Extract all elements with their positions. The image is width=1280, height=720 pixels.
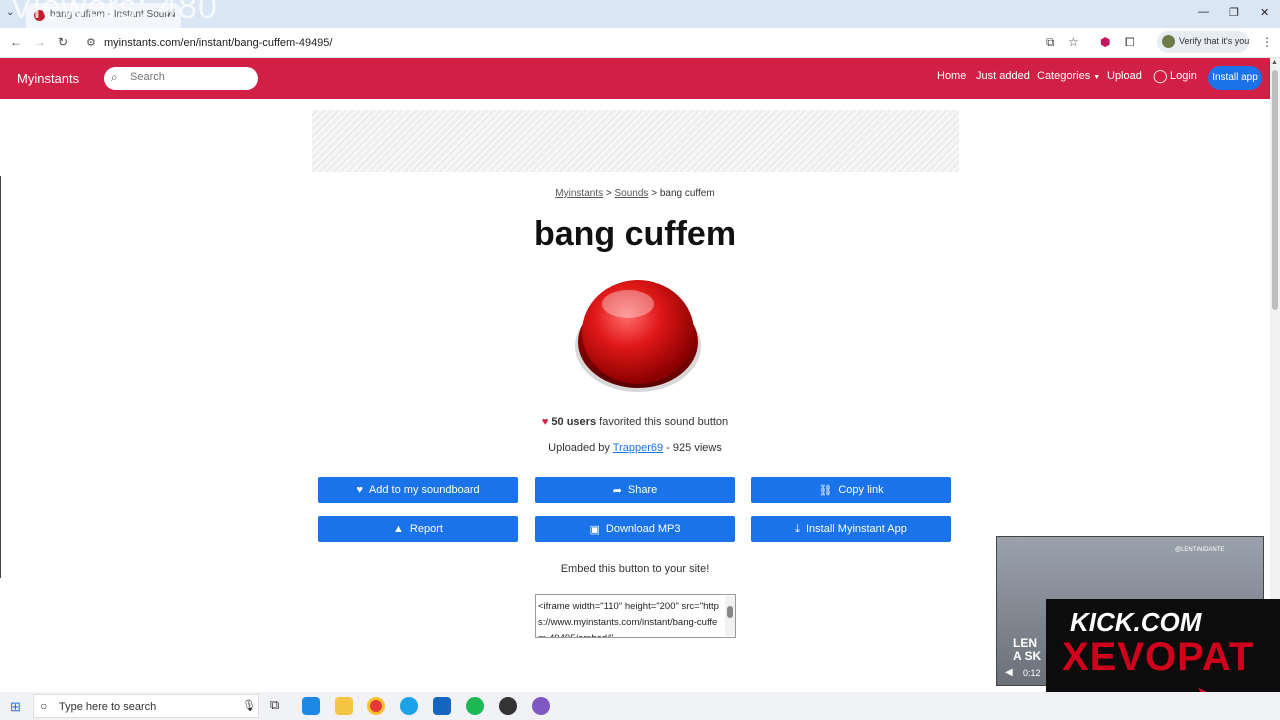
sound-play-button[interactable]: [573, 274, 703, 394]
site-navbar: Myinstants ⌕ Home Just added Categories …: [0, 58, 1270, 99]
favorites-line: ♥ 50 users favorited this sound button: [0, 416, 1270, 428]
taskbar-search-box[interactable]: ○ Type here to search 🎙: [33, 694, 259, 718]
streamer-name-text: XEVOPAT: [1062, 635, 1255, 679]
kick-url-text: KICK.COM: [1070, 607, 1202, 637]
breadcrumb: Myinstants > Sounds > bang cuffem: [0, 188, 1270, 199]
brand-logo[interactable]: Myinstants: [17, 71, 79, 86]
forward-icon[interactable]: →: [34, 35, 46, 49]
save-icon: ▣: [589, 523, 600, 536]
add-to-soundboard-button[interactable]: ♥ Add to my soundboard: [318, 477, 518, 503]
add-to-soundboard-label: Add to my soundboard: [368, 484, 480, 496]
nav-categories[interactable]: Categories ▼: [1037, 70, 1100, 82]
viewers-watermark: Viewers: 480: [10, 0, 218, 26]
scroll-up-icon[interactable]: ▲: [1271, 59, 1278, 66]
video-handle: @LENTINIDANTE: [1175, 547, 1225, 553]
install-app-button[interactable]: Install app: [1208, 66, 1262, 90]
microphone-icon[interactable]: 🎙: [242, 699, 256, 712]
store-icon[interactable]: [302, 697, 320, 715]
breadcrumb-separator: >: [651, 188, 658, 199]
breadcrumb-current: bang cuffem: [659, 188, 715, 199]
heart-icon: ♥: [541, 416, 549, 428]
share-icon: ➦: [612, 484, 622, 497]
search-box[interactable]: ⌕: [104, 67, 258, 90]
url-field[interactable]: ⚙ myinstants.com/en/instant/bang-cuffem-…: [80, 32, 1090, 54]
address-bar: ← → ↻ ⚙ myinstants.com/en/instant/bang-c…: [0, 28, 1280, 58]
mail-icon[interactable]: [433, 697, 451, 715]
obs-icon[interactable]: [499, 697, 517, 715]
embed-scroll-thumb[interactable]: [727, 606, 733, 618]
video-caption: LEN A SK: [1013, 636, 1042, 663]
search-icon: ○: [40, 699, 48, 713]
copy-link-button[interactable]: ⛓ Copy link: [751, 477, 951, 503]
nav-upload[interactable]: Upload: [1107, 70, 1142, 82]
embed-code[interactable]: <iframe width="110" height="200" src="ht…: [538, 599, 724, 637]
windows-start-icon[interactable]: ⊞: [10, 699, 21, 715]
ad-placeholder: [312, 110, 959, 172]
uploaded-line: Uploaded by Trapper69 - 925 views: [0, 442, 1270, 454]
uploaded-prefix: Uploaded by: [548, 442, 610, 454]
link-icon: ⛓: [818, 484, 833, 497]
extension-shield-icon[interactable]: ⬢: [1100, 35, 1110, 49]
verify-label: Verify that it's you: [1179, 36, 1250, 46]
search-input[interactable]: [130, 71, 250, 83]
breadcrumb-sounds[interactable]: Sounds: [615, 188, 649, 199]
download-mp3-label: Download MP3: [605, 523, 681, 535]
profile-avatar: [1162, 35, 1175, 48]
page-title: bang cuffem: [533, 215, 737, 253]
views-count: - 925 views: [666, 442, 722, 454]
file-explorer-icon[interactable]: [335, 697, 353, 715]
taskbar-search-placeholder: Type here to search: [59, 701, 157, 713]
report-label: Report: [409, 523, 443, 535]
scroll-thumb[interactable]: [1272, 70, 1278, 310]
nav-home[interactable]: Home: [937, 70, 966, 82]
nav-just-added[interactable]: Just added: [976, 70, 1030, 82]
back-icon[interactable]: ←: [10, 35, 22, 49]
heart-icon: ♥: [356, 484, 363, 496]
embed-code-textarea[interactable]: <iframe width="110" height="200" src="ht…: [535, 594, 736, 638]
download-mp3-button[interactable]: ▣ Download MP3: [535, 516, 735, 542]
warning-icon: ▲: [393, 523, 404, 535]
extensions-puzzle-icon[interactable]: ⧠: [1125, 35, 1135, 50]
page-scrollbar[interactable]: ▲: [1270, 58, 1280, 692]
windows-taskbar: ⊞ ○ Type here to search 🎙 ⧉: [0, 692, 1280, 720]
breadcrumb-home[interactable]: Myinstants: [555, 188, 603, 199]
download-icon: ⤓: [795, 522, 800, 535]
favorites-count: 50 users: [551, 416, 597, 428]
bookmark-star-icon[interactable]: ☆: [1068, 35, 1079, 49]
caret-down-icon: ▼: [1093, 74, 1101, 81]
edge-icon[interactable]: [400, 697, 418, 715]
embed-scrollbar[interactable]: [725, 596, 735, 636]
task-view-icon[interactable]: ⧉: [270, 697, 279, 713]
discord-icon[interactable]: [532, 697, 550, 715]
browser-menu-icon[interactable]: ⋮: [1261, 35, 1273, 49]
minimize-icon[interactable]: —: [1198, 6, 1209, 18]
share-button[interactable]: ➦ Share: [535, 477, 735, 503]
chrome-icon[interactable]: [367, 697, 385, 715]
search-icon: ⌕: [111, 70, 118, 84]
install-myinstant-app-label: Install Myinstant App: [805, 523, 907, 535]
close-window-icon[interactable]: ✕: [1260, 6, 1269, 19]
share-label: Share: [627, 484, 658, 496]
video-time: 0:12: [1023, 668, 1041, 678]
install-page-icon[interactable]: ⧉: [1046, 35, 1055, 50]
restore-icon[interactable]: ❐: [1229, 6, 1239, 19]
user-circle-icon: ◯: [1153, 68, 1168, 83]
browser-tab-bar: ⌄ bang cuffem - Instant Sound ✕ Viewers:…: [0, 0, 1280, 28]
reload-icon[interactable]: ↻: [58, 35, 68, 49]
favorites-text: favorited this sound button: [599, 416, 729, 428]
report-button[interactable]: ▲ Report: [318, 516, 518, 542]
mute-icon[interactable]: ◀: [1005, 667, 1013, 678]
uploader-link[interactable]: Trapper69: [613, 442, 663, 454]
install-myinstant-app-button[interactable]: ⤓ Install Myinstant App: [751, 516, 951, 542]
nav-categories-label: Categories: [1037, 70, 1091, 82]
copy-link-label: Copy link: [838, 484, 884, 496]
verify-identity-button[interactable]: Verify that it's you: [1157, 31, 1249, 53]
site-info-icon[interactable]: ⚙: [86, 36, 96, 49]
spotify-icon[interactable]: [466, 697, 484, 715]
nav-login[interactable]: Login: [1170, 70, 1197, 82]
url-text[interactable]: myinstants.com/en/instant/bang-cuffem-49…: [104, 37, 332, 49]
breadcrumb-separator: >: [605, 188, 612, 199]
